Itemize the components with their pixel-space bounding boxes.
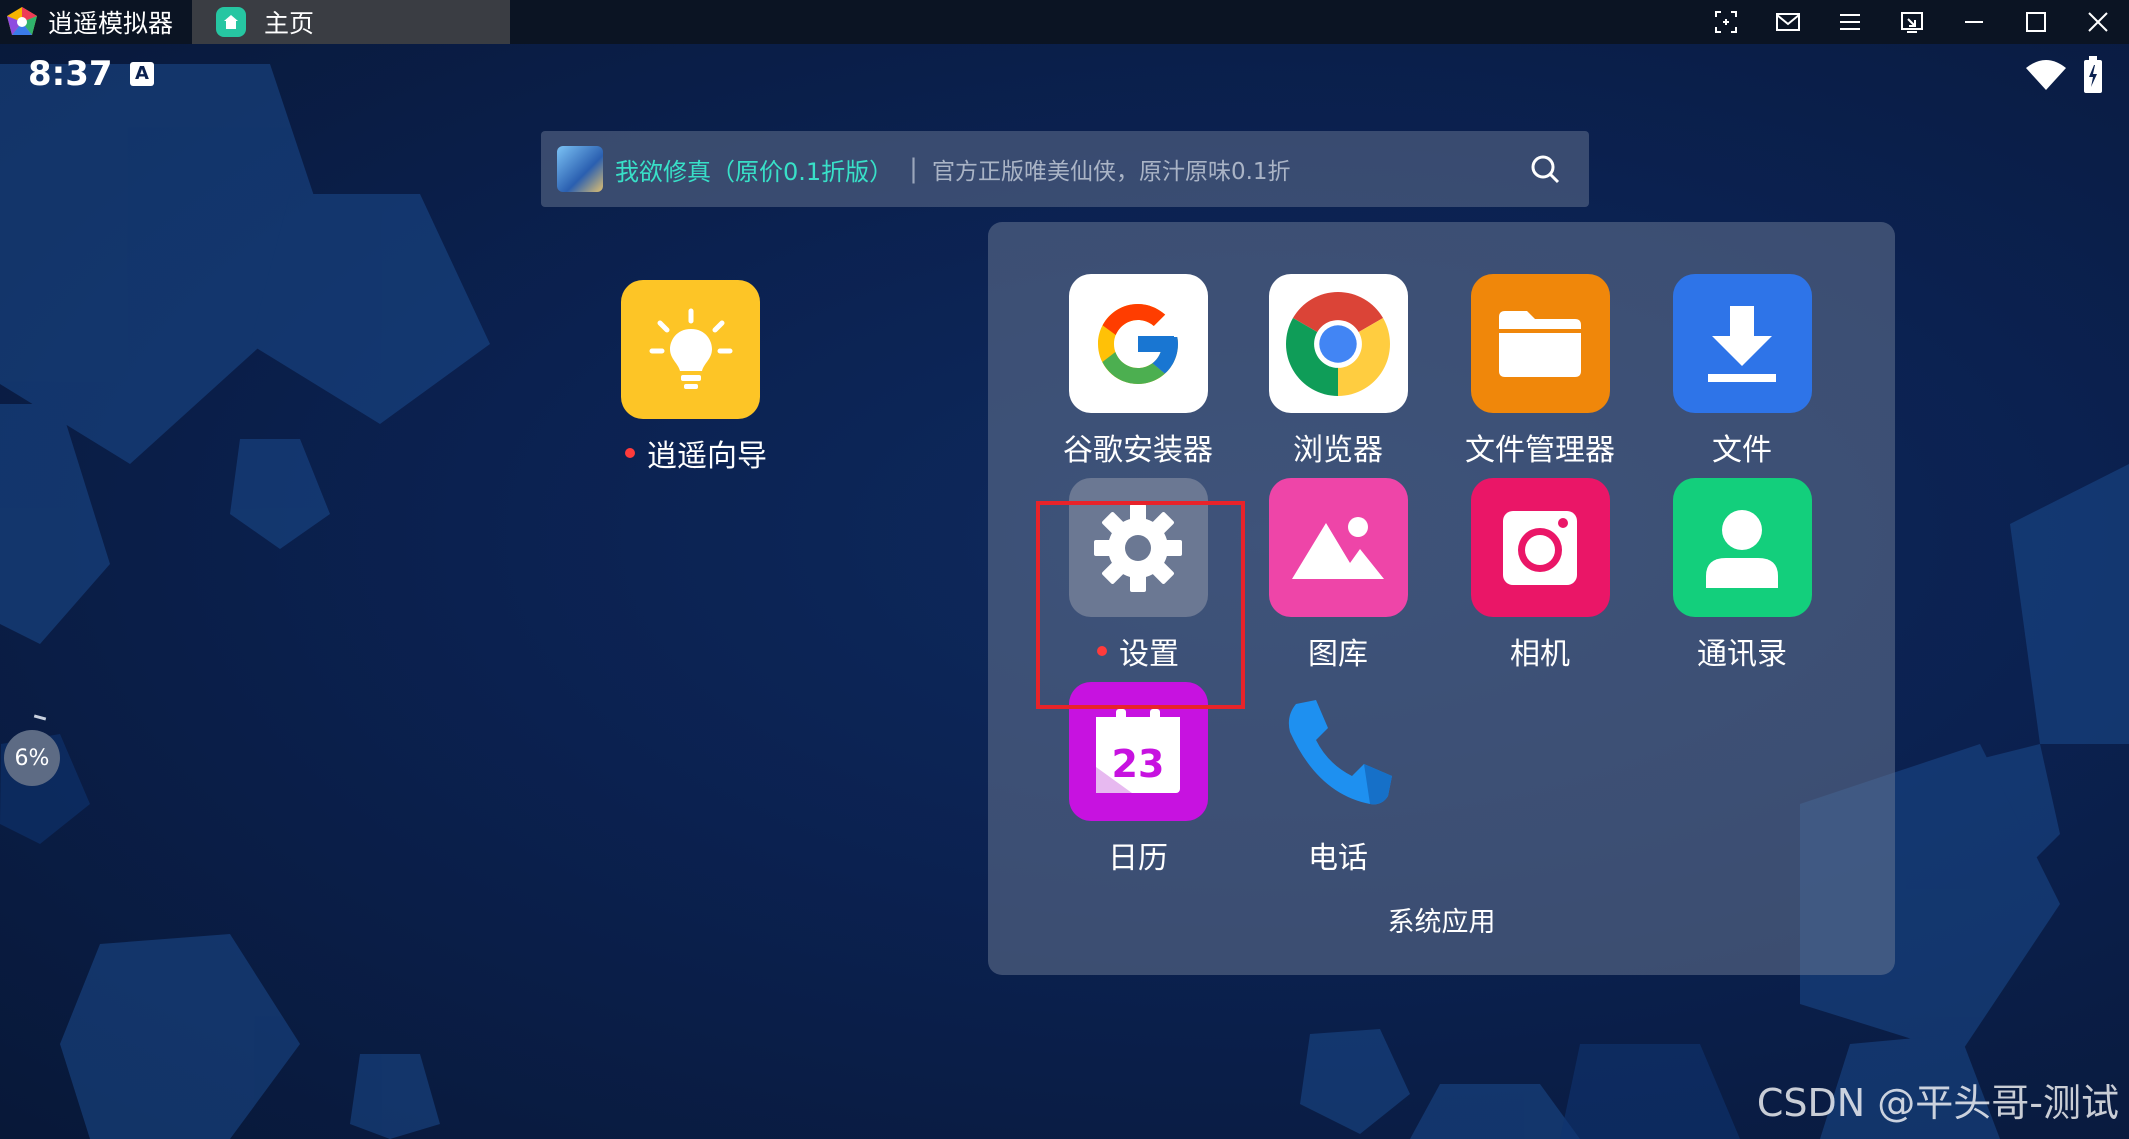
calendar-icon: 23 <box>1096 708 1180 793</box>
window-controls <box>1695 0 2129 44</box>
menu-icon <box>1840 14 1860 30</box>
camera-icon <box>1503 510 1577 585</box>
app-gallery[interactable]: 图库 <box>1238 478 1438 673</box>
google-installer-tile <box>1068 274 1208 413</box>
desktop-app-guide[interactable]: 逍遥向导 <box>616 280 776 475</box>
browser-label: 浏览器 <box>1293 433 1383 468</box>
input-method-indicator: A <box>130 62 154 86</box>
app-browser[interactable]: 浏览器 <box>1238 274 1438 469</box>
guide-app-label: 逍遥向导 <box>647 439 767 474</box>
folder-icon <box>1499 310 1581 377</box>
files-tile <box>1672 274 1812 413</box>
home-tab-icon <box>216 7 246 37</box>
window-sync-button[interactable] <box>1881 0 1943 44</box>
phone-icon <box>1288 699 1392 804</box>
chrome-icon <box>1286 291 1390 396</box>
calendar-label: 日历 <box>1108 841 1168 876</box>
status-time: 8:37 <box>28 54 113 94</box>
notification-dot <box>625 448 635 458</box>
download-icon <box>1708 305 1776 382</box>
google-installer-label: 谷歌安装器 <box>1063 433 1213 468</box>
watermark: CSDN @平头哥-测试 <box>1756 1081 2119 1125</box>
files-label: 文件 <box>1712 433 1772 468</box>
contacts-tile <box>1672 478 1812 617</box>
camera-tile <box>1470 478 1610 617</box>
android-desktop: 8:37 A 我欲修真（原价0.1折版） | 官方正版唯美仙侠，原汁原味0.1折 <box>0 44 2129 1139</box>
gallery-label: 图库 <box>1308 637 1368 672</box>
wifi-icon <box>2026 60 2066 90</box>
battery-icon <box>2084 56 2102 93</box>
screenshot-region-icon <box>1715 11 1737 33</box>
mail-icon <box>1776 13 1800 31</box>
app-camera[interactable]: 相机 <box>1440 478 1640 673</box>
search-icon[interactable] <box>1529 153 1561 185</box>
phone-label: 电话 <box>1308 841 1368 876</box>
lightbulb-icon <box>649 308 732 389</box>
app-logo-icon <box>7 7 37 35</box>
app-google-installer[interactable]: 谷歌安装器 <box>1038 274 1238 469</box>
guide-app-tile <box>621 280 760 419</box>
phone-tile <box>1269 682 1408 821</box>
file-manager-tile <box>1470 274 1610 413</box>
search-promo-text[interactable]: 我欲修真（原价0.1折版） <box>615 152 893 187</box>
maximize-button[interactable] <box>2005 0 2067 44</box>
app-calendar[interactable]: 23 日历 <box>1038 682 1238 877</box>
app-contacts[interactable]: 通讯录 <box>1642 478 1842 673</box>
google-icon <box>1098 303 1178 384</box>
gallery-tile <box>1268 478 1408 617</box>
app-files[interactable]: 文件 <box>1642 274 1842 469</box>
gallery-icon <box>1292 516 1384 579</box>
progress-bubble[interactable]: 6% <box>4 730 60 786</box>
search-hint-text: 官方正版唯美仙侠，原汁原味0.1折 <box>931 159 1291 185</box>
mail-button[interactable] <box>1757 0 1819 44</box>
title-bar: 逍遥模拟器 主页 <box>0 0 2129 44</box>
search-separator: | <box>909 154 918 184</box>
app-name: 逍遥模拟器 <box>48 9 174 38</box>
promo-game-thumbnail <box>557 146 603 192</box>
screenshot-region-button[interactable] <box>1695 0 1757 44</box>
app-name-tab[interactable]: 逍遥模拟器 <box>0 0 192 44</box>
close-icon <box>2088 12 2108 32</box>
maximize-icon <box>2026 12 2046 32</box>
minimize-icon <box>1965 21 1983 23</box>
contacts-label: 通讯录 <box>1697 637 1787 672</box>
calendar-day: 23 <box>1112 742 1165 786</box>
tab-home-label: 主页 <box>264 9 315 38</box>
tab-home[interactable]: 主页 <box>192 0 510 44</box>
menu-button[interactable] <box>1819 0 1881 44</box>
folder-title: 系统应用 <box>1387 907 1496 938</box>
highlight-box <box>1036 501 1245 709</box>
app-file-manager[interactable]: 文件管理器 <box>1440 274 1640 469</box>
search-bar[interactable]: 我欲修真（原价0.1折版） | 官方正版唯美仙侠，原汁原味0.1折 <box>541 131 1589 207</box>
contact-icon <box>1706 509 1778 588</box>
camera-label: 相机 <box>1510 637 1570 672</box>
file-manager-label: 文件管理器 <box>1465 433 1615 468</box>
minimize-button[interactable] <box>1943 0 2005 44</box>
close-button[interactable] <box>2067 0 2129 44</box>
app-phone[interactable]: 电话 <box>1238 682 1438 877</box>
window-sync-icon <box>1901 12 1923 33</box>
browser-tile <box>1268 274 1408 413</box>
